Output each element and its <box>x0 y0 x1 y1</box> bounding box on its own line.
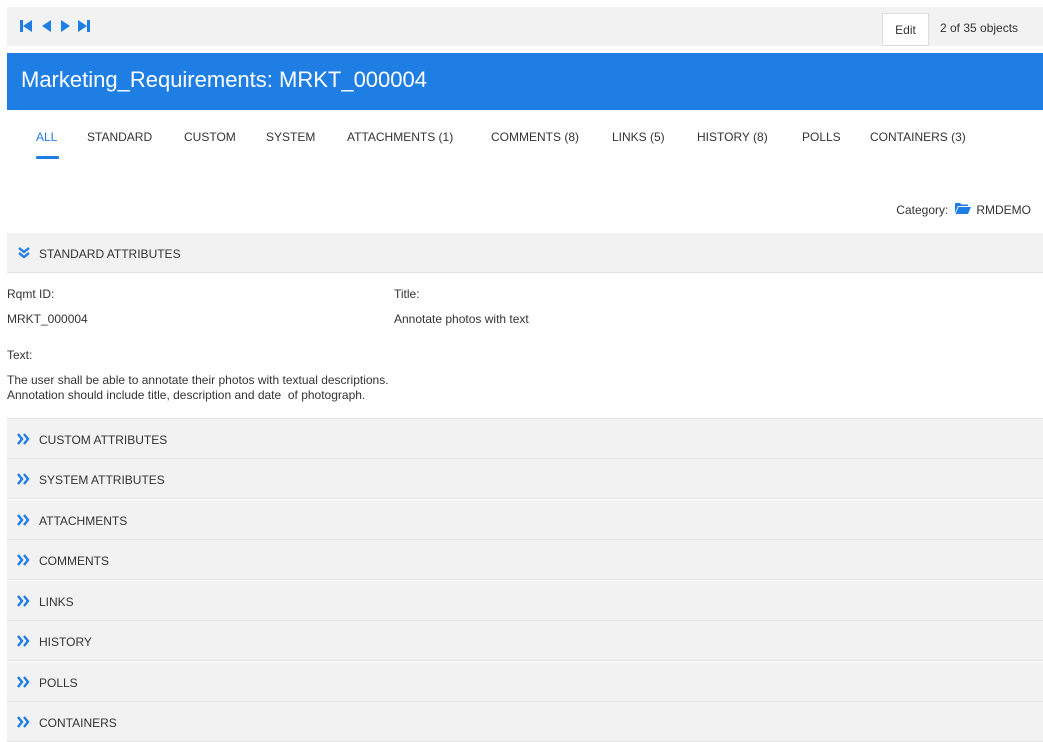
standard-attributes-body: Rqmt ID: MRKT_000004 Title: Annotate pho… <box>7 273 1043 419</box>
category: Category: RMDEMO <box>896 202 1031 217</box>
tab-comments[interactable]: COMMENTS (8) <box>491 130 579 144</box>
last-page-icon[interactable] <box>77 19 93 35</box>
section-links[interactable]: LINKS <box>7 581 1043 621</box>
title-banner: Marketing_Requirements: MRKT_000004 <box>7 53 1043 110</box>
chevron-double-down-icon <box>17 247 31 259</box>
rqmt-id-label: Rqmt ID: <box>7 287 55 301</box>
section-label: POLLS <box>39 676 78 690</box>
text-label: Text: <box>7 348 33 362</box>
toolbar: Edit 2 of 35 objects <box>7 7 1043 46</box>
chevron-double-right-icon <box>17 676 31 688</box>
section-label: LINKS <box>39 595 74 609</box>
section-comments[interactable]: COMMENTS <box>7 540 1043 580</box>
tab-history[interactable]: HISTORY (8) <box>697 130 768 144</box>
tab-links[interactable]: LINKS (5) <box>612 130 665 144</box>
chevron-double-right-icon <box>17 595 31 607</box>
section-label: STANDARD ATTRIBUTES <box>39 247 181 261</box>
page-title: Marketing_Requirements: MRKT_000004 <box>21 67 427 92</box>
tab-custom[interactable]: CUSTOM <box>184 130 236 144</box>
active-tab-indicator <box>36 156 59 159</box>
chevron-double-right-icon <box>17 473 31 485</box>
first-page-icon[interactable] <box>19 19 35 35</box>
section-custom-attributes[interactable]: CUSTOM ATTRIBUTES <box>7 419 1043 459</box>
section-polls[interactable]: POLLS <box>7 662 1043 702</box>
tab-standard[interactable]: STANDARD <box>87 130 152 144</box>
section-label: SYSTEM ATTRIBUTES <box>39 473 165 487</box>
section-label: CUSTOM ATTRIBUTES <box>39 433 168 447</box>
text-line: Annotation should include title, descrip… <box>7 388 366 402</box>
chevron-double-right-icon <box>17 554 31 566</box>
tab-attachments[interactable]: ATTACHMENTS (1) <box>347 130 453 144</box>
title-value: Annotate photos with text <box>394 312 529 326</box>
section-label: CONTAINERS <box>39 716 117 730</box>
chevron-double-right-icon <box>17 716 31 728</box>
section-label: COMMENTS <box>39 554 109 568</box>
previous-icon[interactable] <box>40 19 56 35</box>
category-label: Category: <box>896 202 949 217</box>
object-count: 2 of 35 objects <box>940 21 1019 35</box>
chevron-double-right-icon <box>17 635 31 647</box>
section-history[interactable]: HISTORY <box>7 621 1043 661</box>
section-label: ATTACHMENTS <box>39 514 128 528</box>
section-standard-attributes[interactable]: STANDARD ATTRIBUTES <box>7 233 1043 273</box>
section-attachments[interactable]: ATTACHMENTS <box>7 500 1043 540</box>
category-value[interactable]: RMDEMO <box>976 203 1031 217</box>
title-label: Title: <box>394 287 420 301</box>
text-line: The user shall be able to annotate their… <box>7 373 389 387</box>
tab-polls[interactable]: POLLS <box>802 130 841 144</box>
tab-bar: ALL STANDARD CUSTOM SYSTEM ATTACHMENTS (… <box>7 110 1043 160</box>
chevron-double-right-icon <box>17 514 31 526</box>
section-system-attributes[interactable]: SYSTEM ATTRIBUTES <box>7 459 1043 499</box>
section-label: HISTORY <box>39 635 92 649</box>
rqmt-id-value: MRKT_000004 <box>7 312 88 326</box>
chevron-double-right-icon <box>17 433 31 445</box>
section-containers[interactable]: CONTAINERS <box>7 702 1043 742</box>
edit-button[interactable]: Edit <box>882 13 929 46</box>
next-icon[interactable] <box>58 19 74 35</box>
tab-system[interactable]: SYSTEM <box>266 130 315 144</box>
folder-icon <box>955 202 972 217</box>
tab-all[interactable]: ALL <box>36 130 57 144</box>
tab-containers[interactable]: CONTAINERS (3) <box>870 130 966 144</box>
